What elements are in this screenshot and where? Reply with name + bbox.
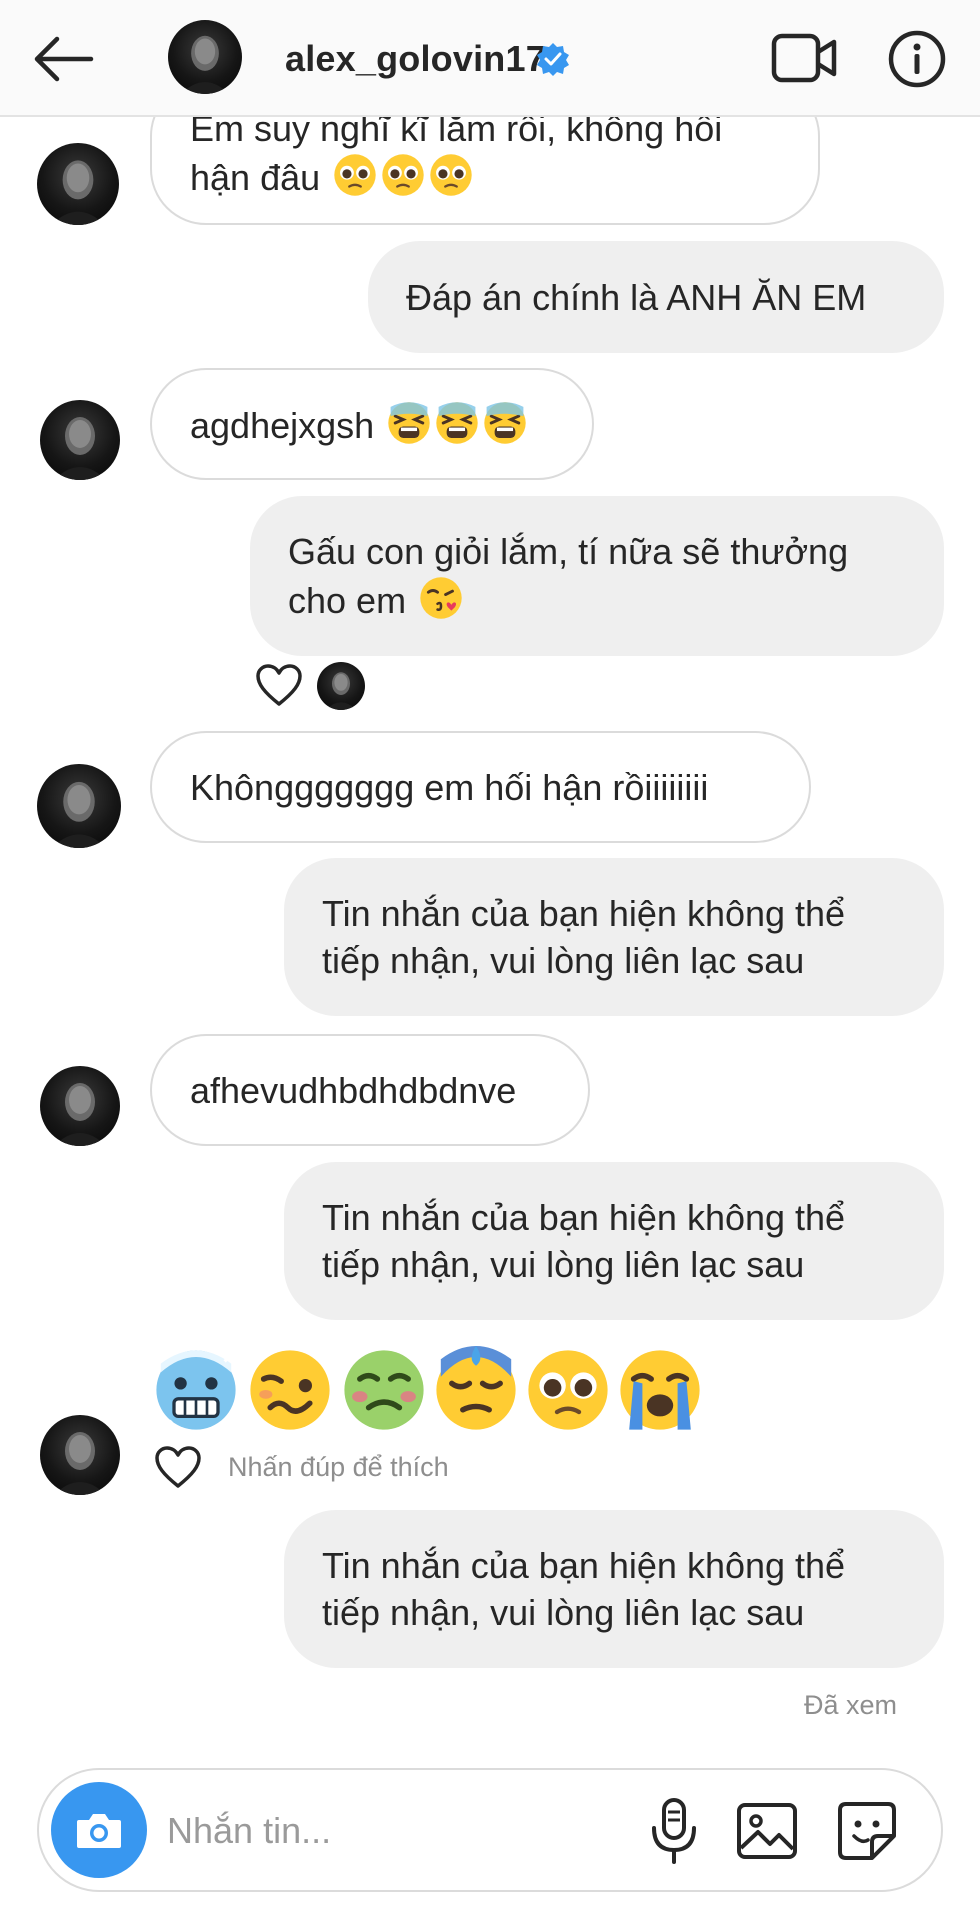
tired-face-icon [482,400,528,446]
message-composer [37,1768,943,1892]
sender-avatar[interactable] [37,764,121,848]
video-call-button[interactable] [770,30,840,86]
message-text: cho em [288,580,407,621]
message-bubble-outgoing[interactable]: Tin nhắn của bạn hiện không thể tiếp nhậ… [284,1510,944,1668]
chat-username[interactable]: alex_golovin17 [285,38,546,80]
camera-button[interactable] [51,1782,147,1878]
sender-avatar[interactable] [40,400,120,480]
double-tap-hint: Nhấn đúp để thích [228,1452,449,1482]
message-text: tiếp nhận, vui lòng liên lạc sau [322,1592,805,1633]
message-bubble-incoming[interactable]: afhevudhbdhdbdnve [150,1034,590,1146]
back-button[interactable] [28,24,98,94]
cold-face-icon[interactable] [152,1346,240,1434]
sender-avatar[interactable] [40,1415,120,1495]
message-text: Tin nhắn của bạn hiện không thể [322,893,846,934]
like-heart-icon[interactable] [254,662,304,708]
downcast-sweat-face-icon[interactable] [432,1346,520,1434]
pleading-face-icon [380,152,426,198]
message-text: Tin nhắn của bạn hiện không thể [322,1545,846,1586]
chat-header: alex_golovin17 [0,0,980,117]
video-call-icon [771,33,837,83]
microphone-button[interactable] [644,1796,704,1866]
message-input[interactable] [167,1806,497,1856]
sticker-button[interactable] [834,1798,900,1864]
header-avatar[interactable] [168,20,242,94]
loudly-crying-face-icon[interactable] [616,1346,704,1434]
message-bubble-outgoing[interactable]: Đáp án chính là ANH ĂN EM [368,241,944,353]
back-arrow-icon [34,36,94,82]
tired-face-icon [386,400,432,446]
message-bubble-outgoing[interactable]: Tin nhắn của bạn hiện không thể tiếp nhậ… [284,1162,944,1320]
seen-by-avatar [317,662,365,710]
gallery-button[interactable] [734,1798,800,1864]
kissing-heart-face-icon [418,575,464,621]
sender-avatar[interactable] [37,143,119,225]
pleading-face-icon [332,152,378,198]
tired-face-icon [434,400,480,446]
message-text: tiếp nhận, vui lòng liên lạc sau [322,1244,805,1285]
message-text: Khônggggggg em hối hận rồiiiiiiii [190,766,709,808]
message-bubble-outgoing[interactable]: Tin nhắn của bạn hiện không thể tiếp nhậ… [284,858,944,1016]
verified-badge-icon [536,42,570,76]
sticker-icon [838,1802,896,1860]
message-text: hận đâu [190,156,321,198]
message-bubble-outgoing[interactable]: Gấu con giỏi lắm, tí nữa sẽ thưởng cho e… [250,496,944,656]
info-button[interactable] [886,28,948,90]
message-text: afhevudhbdhdbdnve [190,1069,517,1111]
message-bubble-incoming[interactable]: agdhejxgsh [150,368,594,480]
info-icon [888,30,946,88]
message-text: agdhejxgsh [190,404,375,446]
woozy-face-icon[interactable] [246,1346,334,1434]
sender-avatar[interactable] [40,1066,120,1146]
seen-status: Đã xem [804,1690,898,1720]
message-text: Gấu con giỏi lắm, tí nữa sẽ thưởng [288,531,849,572]
like-heart-icon[interactable] [153,1444,203,1490]
gallery-icon [737,1803,797,1859]
message-text: Đáp án chính là ANH ĂN EM [406,276,867,318]
message-bubble-incoming[interactable]: Khônggggggg em hối hận rồiiiiiiii [150,731,811,843]
nauseated-face-icon[interactable] [340,1346,428,1434]
microphone-icon [652,1798,696,1864]
camera-icon [77,1814,121,1848]
pleading-face-icon [428,152,474,198]
message-text: tiếp nhận, vui lòng liên lạc sau [322,940,805,981]
message-text: Tin nhắn của bạn hiện không thể [322,1197,846,1238]
pleading-face-icon[interactable] [524,1346,612,1434]
